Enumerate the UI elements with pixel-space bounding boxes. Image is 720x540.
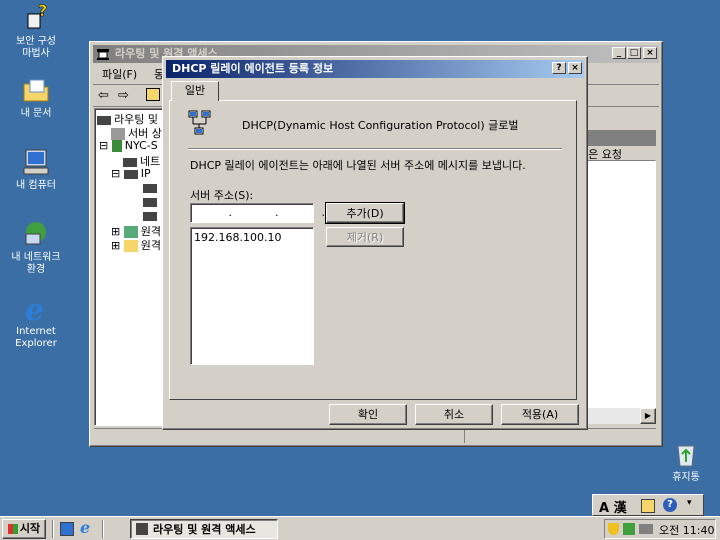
quicklaunch-ie-icon[interactable]: e [80,518,90,537]
network-places-icon [25,222,46,245]
dhcp-network-icon [188,110,211,135]
ime-tool-icon[interactable] [641,499,655,513]
server-address-label: 서버 주소(S): [190,189,254,202]
tab-general[interactable]: 일반 [171,81,219,101]
column-header[interactable]: 같은 요청 [578,146,656,161]
server-list[interactable]: 192.168.100.10 [190,227,314,365]
ok-button[interactable]: 확인 [329,404,407,425]
ip-address-input[interactable]: . . . [190,203,325,223]
desktop-icon-internet-explorer[interactable]: e Internet Explorer [0,292,72,350]
server-list-item[interactable]: 192.168.100.10 [194,231,281,244]
maximize-button[interactable]: □ [627,47,641,59]
dialog-titlebar[interactable]: DHCP 릴레이 에이전트 등록 정보 [166,60,584,78]
menu-file[interactable]: 파일(F) [102,66,137,82]
network-tray-icon[interactable] [623,523,635,535]
internet-explorer-icon: e [25,293,44,324]
security-wizard-icon: ? [27,2,48,29]
remove-button[interactable]: 제거(R) [326,227,404,247]
back-arrow-icon[interactable]: ⇦ [98,88,109,103]
language-bar: A 漢 ? ▾ [592,494,704,516]
dhcp-properties-dialog: DHCP 릴레이 에이전트 등록 정보 ? × 일반 DHCP(Dynamic … [162,56,588,430]
tree-item-server[interactable]: ⊟ NYC-S [99,139,158,152]
status-bar [94,428,656,443]
close-button[interactable]: × [643,47,657,59]
language-bar-menu-icon[interactable]: ▾ [687,498,692,508]
desktop-icon-network-places[interactable]: 내 네트워크 환경 [0,218,72,276]
tree-item-remote-2[interactable]: ⊞ 원격 [111,237,161,253]
svg-text:e: e [25,293,44,324]
apply-button[interactable]: 적용(A) [501,404,579,425]
taskbar-routing-icon [136,523,148,535]
add-button[interactable]: 추가(D) [325,202,405,224]
forward-arrow-icon[interactable]: ⇨ [118,88,129,103]
right-pane-list[interactable] [578,160,656,408]
up-folder-icon[interactable] [146,88,160,101]
ime-mode[interactable]: A 漢 [599,497,627,516]
windows-logo-icon [7,524,18,534]
taskbar-routing-button[interactable]: 라우팅 및 원격 액세스 [130,519,278,539]
tree-item-ip[interactable]: ⊟ IP [111,167,151,180]
recycle-bin-icon [677,445,695,467]
start-button[interactable]: 시작 [2,519,46,539]
tree-item-ip-child-1[interactable] [143,181,160,194]
tree-item-ip-child-3[interactable] [143,209,160,222]
description-text: DHCP 릴레이 에이전트는 아래에 나열된 서버 주소에 메시지를 보냅니다. [190,159,526,172]
right-pane-header[interactable] [578,130,656,146]
tab-panel: DHCP(Dynamic Host Configuration Protocol… [169,100,577,400]
desktop-icon-security-wizard[interactable]: ? 보안 구성 마법사 [0,2,72,60]
svg-text:?: ? [38,2,47,20]
routing-app-icon [97,49,109,60]
show-desktop-icon[interactable] [60,522,74,536]
desktop-icon-my-computer[interactable]: 내 컴퓨터 [0,146,72,192]
my-computer-icon [23,149,49,175]
tree-item-ip-child-2[interactable] [143,195,160,208]
dialog-close-button[interactable]: × [568,62,582,74]
protocol-name: DHCP(Dynamic Host Configuration Protocol… [242,119,519,132]
help-icon[interactable]: ? [663,498,677,512]
security-shield-icon[interactable] [608,523,619,535]
scroll-right-button[interactable]: ▶ [640,408,656,424]
my-documents-icon [23,79,49,102]
cancel-button[interactable]: 취소 [415,404,493,425]
dialog-help-button[interactable]: ? [552,62,566,74]
separator [188,148,562,150]
horizontal-scrollbar[interactable]: ▶ [578,408,656,424]
desktop-icon-my-documents[interactable]: 내 문서 [0,74,72,120]
keyboard-tray-icon[interactable] [639,524,653,534]
taskbar: 시작 e 라우팅 및 원격 액세스 오전 11:40 [0,516,720,540]
clock: 오전 11:40 [659,524,715,537]
minimize-button[interactable]: _ [612,47,626,59]
system-tray: 오전 11:40 [604,519,716,539]
